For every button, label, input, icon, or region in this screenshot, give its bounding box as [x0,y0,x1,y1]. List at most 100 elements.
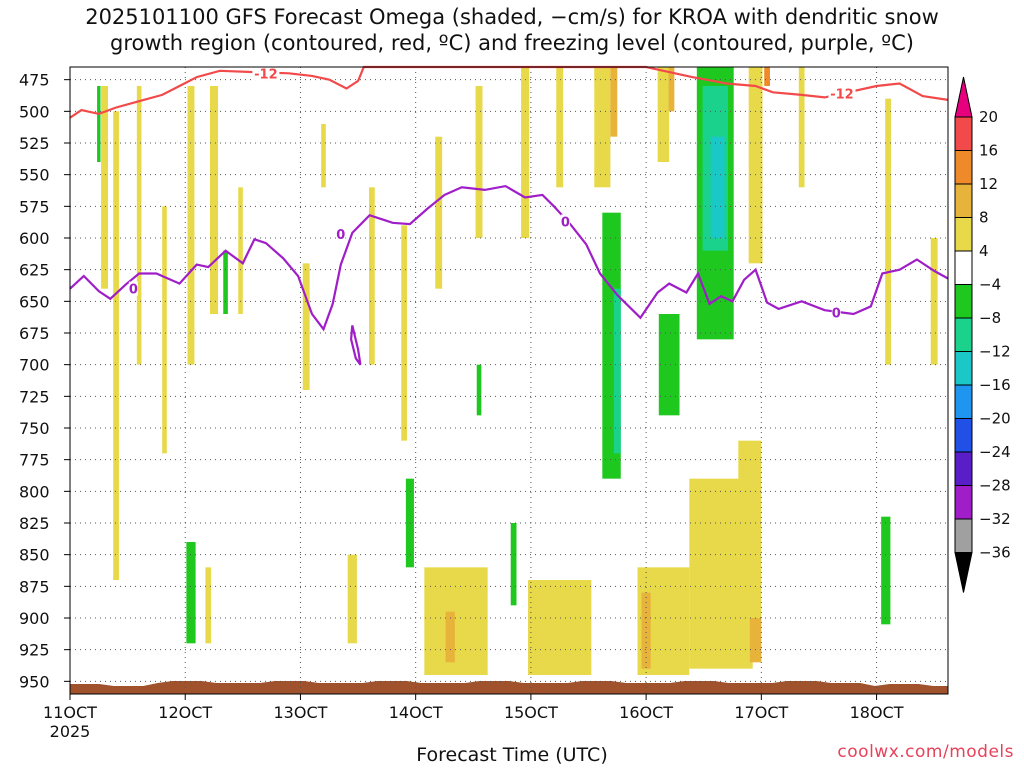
forecast-chart: -12 -12 0 0 0 0 475 500 525 550 575 600 625 650 675 700… [19,65,1011,741]
x-tick-sublabel: 2025 [50,722,91,741]
omega-shaded-cell [401,225,408,441]
colorbar-label: 16 [979,142,998,160]
colorbar-label: 12 [979,175,998,193]
omega-shaded-cell [610,67,618,137]
colorbar-swatch [954,183,973,218]
colorbar-swatch [954,116,973,151]
colorbar-label: 20 [979,108,998,126]
x-tick-label: 11OCT [43,703,97,722]
omega-shaded-cell [710,136,725,238]
x-tick-label: 13OCT [273,703,327,722]
freezing-contour-label: 0 [129,283,138,298]
x-tick-label: 17OCT [734,703,788,722]
freezing-contour-label: 0 [336,228,345,243]
colorbar-label: −20 [979,410,1011,428]
omega-shaded-cell [510,523,517,606]
omega-shaded-cell [475,86,483,238]
omega-shaded-cell [223,250,228,314]
colorbar-swatch [954,485,973,520]
omega-shaded-cell [187,86,195,365]
omega-shaded-cell [435,136,443,289]
x-tick-label: 16OCT [619,703,673,722]
y-tick-label: 825 [19,514,50,533]
colorbar-swatch [954,351,973,386]
omega-shaded-cell [885,98,891,365]
y-tick-label: 800 [19,482,50,501]
omega-shaded-cell [302,263,310,390]
y-tick-label: 750 [19,419,50,438]
omega-shaded-cell [764,67,770,86]
omega-shaded-cell [101,86,109,289]
y-tick-label: 925 [19,641,50,660]
freezing-contour-label: 0 [832,307,841,322]
y-tick-label: 475 [19,71,50,90]
x-tick-label: 12OCT [158,703,212,722]
colorbar-label: 8 [979,209,989,227]
x-tick-label: 18OCT [850,703,904,722]
y-tick-label: 650 [19,292,50,311]
colorbar-label: −8 [979,309,1001,327]
omega-shaded-cell [97,86,101,162]
y-tick-label: 950 [19,672,50,691]
omega-shaded-cell [521,67,530,238]
omega-shaded-cell [136,86,142,365]
omega-shaded-cell [205,567,212,644]
freezing-contour-label: 0 [561,216,570,231]
colorbar-swatch [954,284,973,319]
omega-shaded-cell [930,238,938,365]
site-credit[interactable]: coolwx.com/models [837,742,1014,762]
plot-area [70,67,948,694]
y-tick-label: 775 [19,451,50,470]
colorbar-label: −4 [979,276,1001,294]
y-tick-label: 675 [19,324,50,343]
colorbar-label: 4 [979,242,989,260]
colorbar-swatch [954,518,973,553]
y-tick-label: 500 [19,102,50,121]
y-tick-label: 700 [19,356,50,375]
omega-shaded-cell [162,206,167,454]
colorbar-swatch [954,250,973,285]
y-tick-label: 550 [19,166,50,185]
colorbar-swatch [954,418,973,453]
surface-terrain [70,681,948,694]
y-tick-label: 900 [19,609,50,628]
omega-shaded-cell [798,67,805,188]
y-tick-label: 600 [19,229,50,248]
omega-shaded-cell [613,288,621,454]
omega-shaded-cell [657,67,670,162]
colorbar-swatch [954,384,973,419]
dendritic-contour-label: -12 [254,67,278,82]
omega-shaded-cell [209,86,219,314]
colorbar-label: −24 [979,443,1011,461]
omega-shaded-cell [113,111,119,580]
omega-shaded-cell [748,67,763,264]
colorbar-label: −28 [979,477,1011,495]
colorbar-bottom-triangle [954,552,973,593]
omega-shaded-cell [369,187,375,365]
colorbar-label: −12 [979,343,1011,361]
omega-shaded-cell [424,567,488,675]
omega-shaded-cell [347,554,357,644]
colorbar-label: −36 [979,544,1011,562]
y-tick-label: 525 [19,134,50,153]
omega-shaded-cell [186,542,196,644]
y-tick-label: 575 [19,197,50,216]
omega-shaded-cell [405,478,414,568]
omega-shaded-cell [594,67,611,188]
colorbar-swatch [954,150,973,185]
omega-shaded-cell [658,314,680,416]
y-tick-label: 725 [19,387,50,406]
omega-shaded-cell [528,580,592,675]
y-tick-label: 625 [19,261,50,280]
colorbar-label: −32 [979,510,1011,528]
omega-shaded-cell [321,124,326,188]
dendritic-contour-label: -12 [830,88,854,103]
x-tick-label: 14OCT [389,703,443,722]
omega-shaded-cell [749,618,762,663]
y-tick-label: 875 [19,577,50,596]
omega-shaded-cell [445,611,455,663]
colorbar-label: −16 [979,376,1011,394]
omega-shaded-cell [556,67,564,188]
colorbar-top-triangle [954,76,973,118]
x-tick-label: 15OCT [504,703,558,722]
